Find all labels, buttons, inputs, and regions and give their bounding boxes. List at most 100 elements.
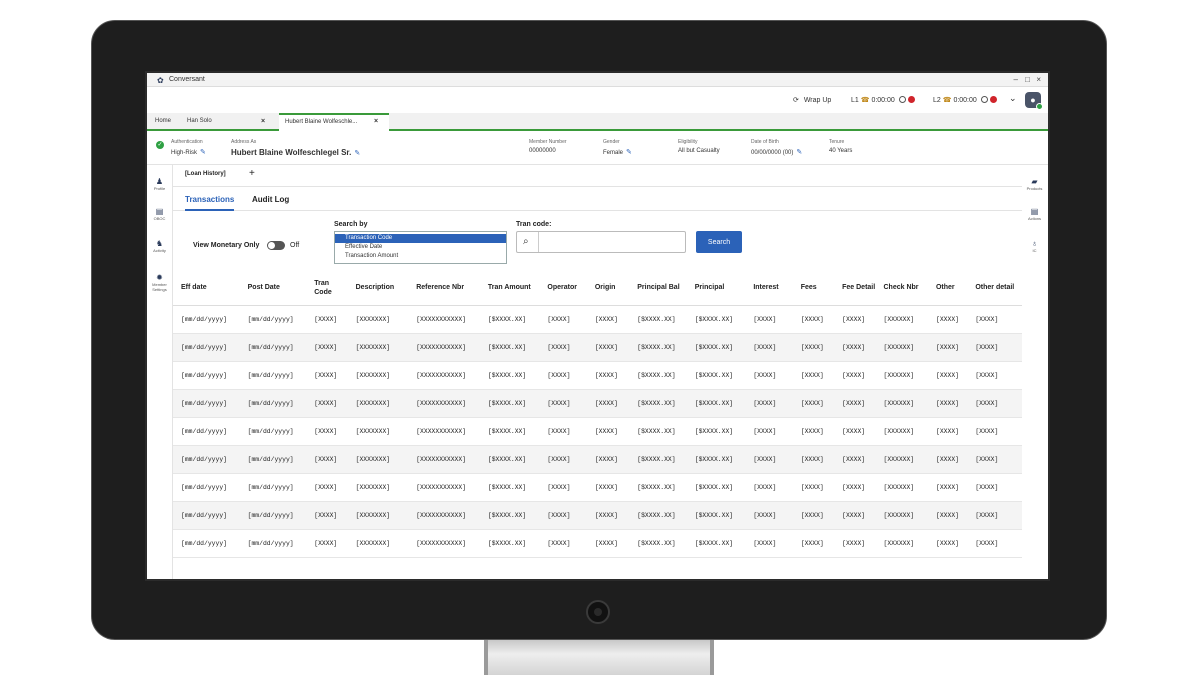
tab-home[interactable]: Home	[149, 113, 177, 131]
table-cell: [XXXXXXX]	[347, 361, 409, 390]
line1-timer: 0:00:00	[871, 97, 895, 104]
wrap-up-button[interactable]: ⟳ Wrap Up	[793, 96, 831, 104]
table-row[interactable]: [mm/dd/yyyy] [mm/dd/yyyy] [XXXX] [XXXXXXX][…	[173, 417, 1022, 446]
close-icon[interactable]: ×	[261, 113, 265, 130]
table-row[interactable]: [mm/dd/yyyy] [mm/dd/yyyy] [XXXX] [XXXXXXX][…	[173, 529, 1022, 558]
tab-loan-history[interactable]: [Loan History]	[185, 171, 226, 177]
column-header[interactable]: Eff date	[173, 271, 240, 306]
column-header[interactable]: Fee Detail	[834, 271, 876, 306]
edit-icon[interactable]: ✎	[354, 150, 360, 157]
tab-audit-log[interactable]: Audit Log	[252, 195, 289, 204]
table-cell: [XXXX]	[306, 305, 348, 334]
table-cell: [XXXXXX]	[875, 501, 928, 530]
table-cell: [XXXX]	[539, 445, 587, 474]
edit-icon[interactable]: ✎	[200, 149, 206, 156]
line2-hold-button[interactable]	[980, 96, 988, 103]
search-icon: ⌕	[523, 236, 529, 247]
table-cell: [mm/dd/yyyy]	[173, 529, 240, 558]
table-cell: [$XXXX.XX]	[629, 389, 687, 418]
table-row[interactable]: [mm/dd/yyyy] [mm/dd/yyyy] [XXXX] [XXXXXXX][…	[173, 305, 1022, 334]
line1-hold-button[interactable]	[898, 96, 906, 103]
table-cell: [XXXXXX]	[875, 529, 928, 558]
tab-transactions[interactable]: Transactions	[185, 195, 235, 211]
user-avatar[interactable]: ●	[1025, 92, 1043, 110]
rail-profile[interactable]: ♟ Profile	[147, 177, 172, 191]
main-panel: [Loan History] + Transactions Audit Log …	[173, 165, 1022, 579]
table-row[interactable]: [mm/dd/yyyy] [mm/dd/yyyy] [XXXX] [XXXXXXX][…	[173, 389, 1022, 418]
column-header[interactable]: Tran Amount	[479, 271, 540, 306]
edit-icon[interactable]: ✎	[626, 149, 632, 156]
maximize-button[interactable]: □	[1025, 75, 1030, 84]
close-window-button[interactable]: ×	[1036, 75, 1041, 84]
table-cell: [XXXX]	[539, 361, 587, 390]
table-cell: [$XXXX.XX]	[686, 389, 746, 418]
rail-products[interactable]: ▰ Products	[1021, 177, 1048, 191]
tenure-field: Tenure 40 Years	[829, 139, 853, 154]
column-header[interactable]: Check Nbr	[875, 271, 928, 306]
view-monetary-toggle[interactable]	[267, 241, 285, 250]
column-header[interactable]: Description	[347, 271, 409, 306]
table-cell: [XXXX]	[792, 501, 835, 530]
table-row[interactable]: [mm/dd/yyyy] [mm/dd/yyyy] [XXXX] [XXXXXXX][…	[173, 445, 1022, 474]
tab-hubert[interactable]: Hubert Blaine Wolfeschle... ×	[279, 113, 389, 131]
column-header[interactable]: Other	[927, 271, 968, 306]
line1-hangup-button[interactable]	[907, 96, 915, 103]
tran-code-input[interactable]	[540, 234, 680, 250]
column-header[interactable]: Other detail	[967, 271, 1022, 306]
table-cell: [XXXXXXX]	[347, 389, 409, 418]
table-cell: [XXXXXXX]	[347, 333, 409, 362]
column-header[interactable]: Principal Bal	[629, 271, 687, 306]
table-row[interactable]: [mm/dd/yyyy] [mm/dd/yyyy] [XXXX] [XXXXXXX][…	[173, 473, 1022, 502]
table-cell: [mm/dd/yyyy]	[239, 361, 307, 390]
rail-member-settings[interactable]: ✹ Member Settings	[147, 273, 172, 292]
column-header[interactable]: Fees	[792, 271, 835, 306]
minimize-button[interactable]: –	[1014, 75, 1018, 84]
rail-activity[interactable]: ♞ Activity	[147, 239, 172, 253]
line2-hangup-button[interactable]	[989, 96, 997, 103]
table-cell: [XXXX]	[306, 501, 348, 530]
table-cell: [XXXX]	[967, 529, 1022, 558]
table-cell: [$XXXX.XX]	[629, 305, 687, 334]
rail-actions[interactable]: ▤ Actions	[1021, 207, 1048, 221]
table-cell: [XXXX]	[927, 389, 968, 418]
column-header[interactable]: Tran Code	[306, 271, 348, 306]
table-cell: [XXXX]	[306, 473, 348, 502]
rail-oboc[interactable]: ▤ OBOC	[147, 207, 172, 221]
table-row[interactable]: [mm/dd/yyyy] [mm/dd/yyyy] [XXXX] [XXXXXXX][…	[173, 361, 1022, 390]
option-transaction-amount[interactable]: Transaction Amount	[335, 252, 506, 261]
table-row[interactable]: [mm/dd/yyyy] [mm/dd/yyyy] [XXXX] [XXXXXXX][…	[173, 501, 1022, 530]
column-header[interactable]: Principal	[686, 271, 746, 306]
tab-han-solo[interactable]: Han Solo ×	[181, 113, 277, 131]
table-cell: [XXXXXX]	[875, 473, 928, 502]
gender-field: Gender Female ✎	[603, 139, 632, 156]
table-cell: [mm/dd/yyyy]	[239, 445, 307, 474]
table-cell: [$XXXX.XX]	[479, 389, 540, 418]
table-cell: [XXXX]	[539, 389, 587, 418]
close-icon[interactable]: ×	[374, 115, 378, 129]
chevron-down-icon[interactable]: ⌄	[1009, 93, 1017, 104]
table-cell: [XXXX]	[586, 361, 630, 390]
search-button[interactable]: Search	[696, 231, 742, 253]
column-header[interactable]: Post Date	[239, 271, 307, 306]
table-cell: [XXXX]	[967, 305, 1022, 334]
view-monetary-label: View Monetary Only	[193, 242, 260, 249]
column-header[interactable]: Operator	[539, 271, 587, 306]
check-icon: ✓	[156, 141, 164, 149]
edit-icon[interactable]: ✎	[796, 149, 802, 156]
option-effective-date[interactable]: Effective Date	[335, 243, 506, 252]
column-header[interactable]: Origin	[586, 271, 630, 306]
briefcase-icon: ▰	[1031, 177, 1038, 186]
table-cell: [XXXX]	[834, 501, 876, 530]
table-cell: [$XXXX.XX]	[686, 333, 746, 362]
table-row[interactable]: [mm/dd/yyyy] [mm/dd/yyyy] [XXXX] [XXXXXXX][…	[173, 333, 1022, 362]
table-cell: [XXXX]	[967, 417, 1022, 446]
rail-ic[interactable]: ♁ IC	[1021, 239, 1048, 253]
tab-label: Han Solo	[187, 118, 212, 124]
add-tab-button[interactable]: +	[249, 168, 255, 179]
search-by-dropdown[interactable]: Transaction Code Effective Date Transact…	[334, 231, 507, 264]
column-header[interactable]: Reference Nbr	[408, 271, 480, 306]
line1-label: L1	[851, 97, 859, 104]
table-cell: [XXXXXX]	[875, 417, 928, 446]
option-transaction-code[interactable]: Transaction Code	[335, 234, 506, 243]
column-header[interactable]: Interest	[745, 271, 793, 306]
